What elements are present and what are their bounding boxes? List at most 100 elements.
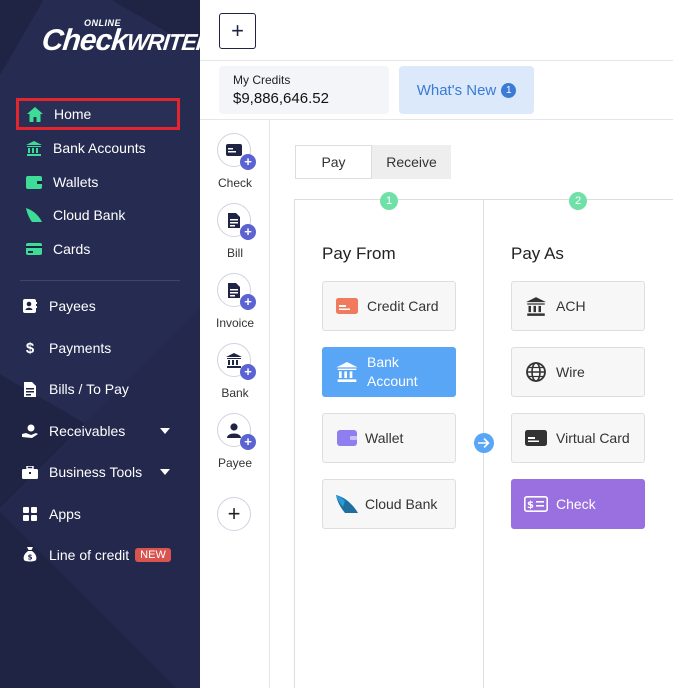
option-label: Cloud Bank: [365, 496, 438, 512]
sidebar-item-label: Receivables: [49, 423, 126, 439]
option-label: Credit Card: [367, 298, 439, 314]
tab-receive[interactable]: Receive: [372, 145, 451, 179]
wallet-icon: [335, 426, 359, 450]
bank-icon[interactable]: +: [217, 343, 256, 380]
option-label: Virtual Card: [556, 430, 630, 446]
quick-create-payee[interactable]: + Payee: [217, 413, 256, 470]
sidebar-item-receivables[interactable]: Receivables: [16, 415, 180, 447]
logo-writer: WRITER: [125, 29, 200, 55]
header-divider: [200, 119, 673, 120]
header-divider: [200, 60, 673, 61]
quick-create-bill[interactable]: + Bill: [217, 203, 256, 260]
step-1-badge: 1: [380, 192, 398, 210]
receivables-icon: [20, 421, 40, 441]
option-label: Wire: [556, 364, 585, 380]
card-icon: [24, 239, 44, 259]
whats-new-button[interactable]: What's New 1: [399, 66, 534, 114]
logo-check: Check: [40, 24, 129, 57]
payee-icon: [20, 296, 40, 316]
option-label: ACH: [556, 298, 586, 314]
pay-from-title: Pay From: [322, 244, 396, 263]
sidebar-item-label: Cloud Bank: [53, 207, 126, 223]
pay-as-virtual-card[interactable]: Virtual Card: [511, 413, 645, 463]
pay-from-wallet[interactable]: Wallet: [322, 413, 456, 463]
logo[interactable]: ONLINE CheckWRITER: [40, 18, 200, 78]
quick-create-bank[interactable]: + Bank: [217, 343, 256, 400]
cloud-bank-icon: [335, 492, 359, 516]
bank-icon: [335, 360, 359, 384]
check-icon: $: [524, 492, 548, 516]
sidebar-item-label: Payees: [49, 298, 96, 314]
sidebar-item-line-of-credit[interactable]: $ Line of credit NEW: [16, 539, 180, 571]
pay-from-cloud-bank[interactable]: Cloud Bank: [322, 479, 456, 529]
chevron-down-icon[interactable]: [160, 469, 170, 475]
credits-label: My Credits: [233, 73, 291, 87]
sidebar-item-bills[interactable]: Bills / To Pay: [16, 373, 180, 405]
option-label-line2: Account: [367, 373, 418, 389]
tab-pay[interactable]: Pay: [295, 145, 372, 179]
pay-as-title: Pay As: [511, 244, 564, 263]
sidebar-item-cloud-bank[interactable]: Cloud Bank: [16, 199, 180, 231]
sidebar-item-label: Bills / To Pay: [49, 381, 129, 397]
wallet-icon: [24, 172, 44, 192]
sidebar-item-label: Apps: [49, 506, 81, 522]
option-label: Check: [556, 496, 596, 512]
sidebar-item-bank-accounts[interactable]: Bank Accounts: [16, 132, 180, 164]
money-bag-icon: $: [20, 545, 40, 565]
sidebar-item-label: Business Tools: [49, 464, 143, 480]
quick-create-label: Invoice: [215, 316, 255, 330]
quick-create-label: Bill: [226, 246, 243, 260]
chevron-down-icon[interactable]: [160, 428, 170, 434]
bill-icon: [20, 379, 40, 399]
pay-as-ach[interactable]: ACH: [511, 281, 645, 331]
sidebar-item-wallets[interactable]: Wallets: [16, 166, 180, 198]
whats-new-count-badge: 1: [501, 82, 517, 98]
credit-card-icon: [335, 294, 359, 318]
new-badge: NEW: [135, 548, 171, 562]
quick-create-invoice[interactable]: + Invoice: [216, 273, 256, 330]
add-button[interactable]: +: [219, 13, 256, 49]
bank-icon: [24, 138, 44, 158]
invoice-icon[interactable]: +: [217, 273, 256, 310]
logo-text: CheckWRITER: [40, 24, 200, 58]
dollar-icon: $: [25, 339, 35, 357]
user-icon[interactable]: +: [217, 413, 256, 450]
check-icon[interactable]: +: [217, 133, 256, 170]
my-credits-card[interactable]: My Credits $9,886,646.52: [219, 66, 389, 114]
sidebar-item-home[interactable]: Home: [16, 98, 180, 130]
plus-icon: +: [240, 294, 256, 310]
arrow-right-icon: [474, 433, 494, 453]
sidebar-item-label: Line of credit: [49, 547, 130, 563]
sidebar-item-label: Bank Accounts: [53, 140, 146, 156]
credits-value: $9,886,646.52: [233, 90, 329, 107]
quick-create-add-button[interactable]: +: [217, 497, 251, 531]
step-2-badge: 2: [569, 192, 587, 210]
apps-grid-icon: [20, 504, 40, 524]
pay-from-credit-card[interactable]: Credit Card: [322, 281, 456, 331]
plus-icon: +: [240, 434, 256, 450]
sidebar-item-cards[interactable]: Cards: [16, 233, 180, 265]
sidebar-item-payees[interactable]: Payees: [16, 290, 180, 322]
sidebar-item-apps[interactable]: Apps: [16, 498, 180, 530]
virtual-card-icon: [524, 426, 548, 450]
sidebar-item-payments[interactable]: $ Payments: [16, 332, 180, 364]
bank-icon: [524, 294, 548, 318]
sidebar-divider: [20, 280, 180, 281]
quick-create-check[interactable]: + Check: [217, 133, 256, 190]
pay-as-check[interactable]: $ Check: [511, 479, 645, 529]
sidebar-item-business-tools[interactable]: Business Tools: [16, 456, 180, 488]
option-label: Wallet: [365, 430, 404, 446]
pay-as-wire[interactable]: Wire: [511, 347, 645, 397]
sidebar-item-label: Home: [54, 106, 92, 122]
pay-from-bank-account[interactable]: Bank Account: [322, 347, 456, 397]
sidebar-item-label: Cards: [53, 241, 91, 257]
plus-icon: +: [240, 224, 256, 240]
option-label-line1: Bank: [367, 354, 399, 370]
bill-icon[interactable]: +: [217, 203, 256, 240]
quick-create-label: Bank: [221, 386, 249, 400]
cloud-bank-icon: [24, 205, 44, 225]
plus-icon: +: [240, 154, 256, 170]
quick-create-label: Check: [217, 176, 252, 190]
sidebar-item-label: Wallets: [53, 174, 99, 190]
globe-icon: [524, 360, 548, 384]
